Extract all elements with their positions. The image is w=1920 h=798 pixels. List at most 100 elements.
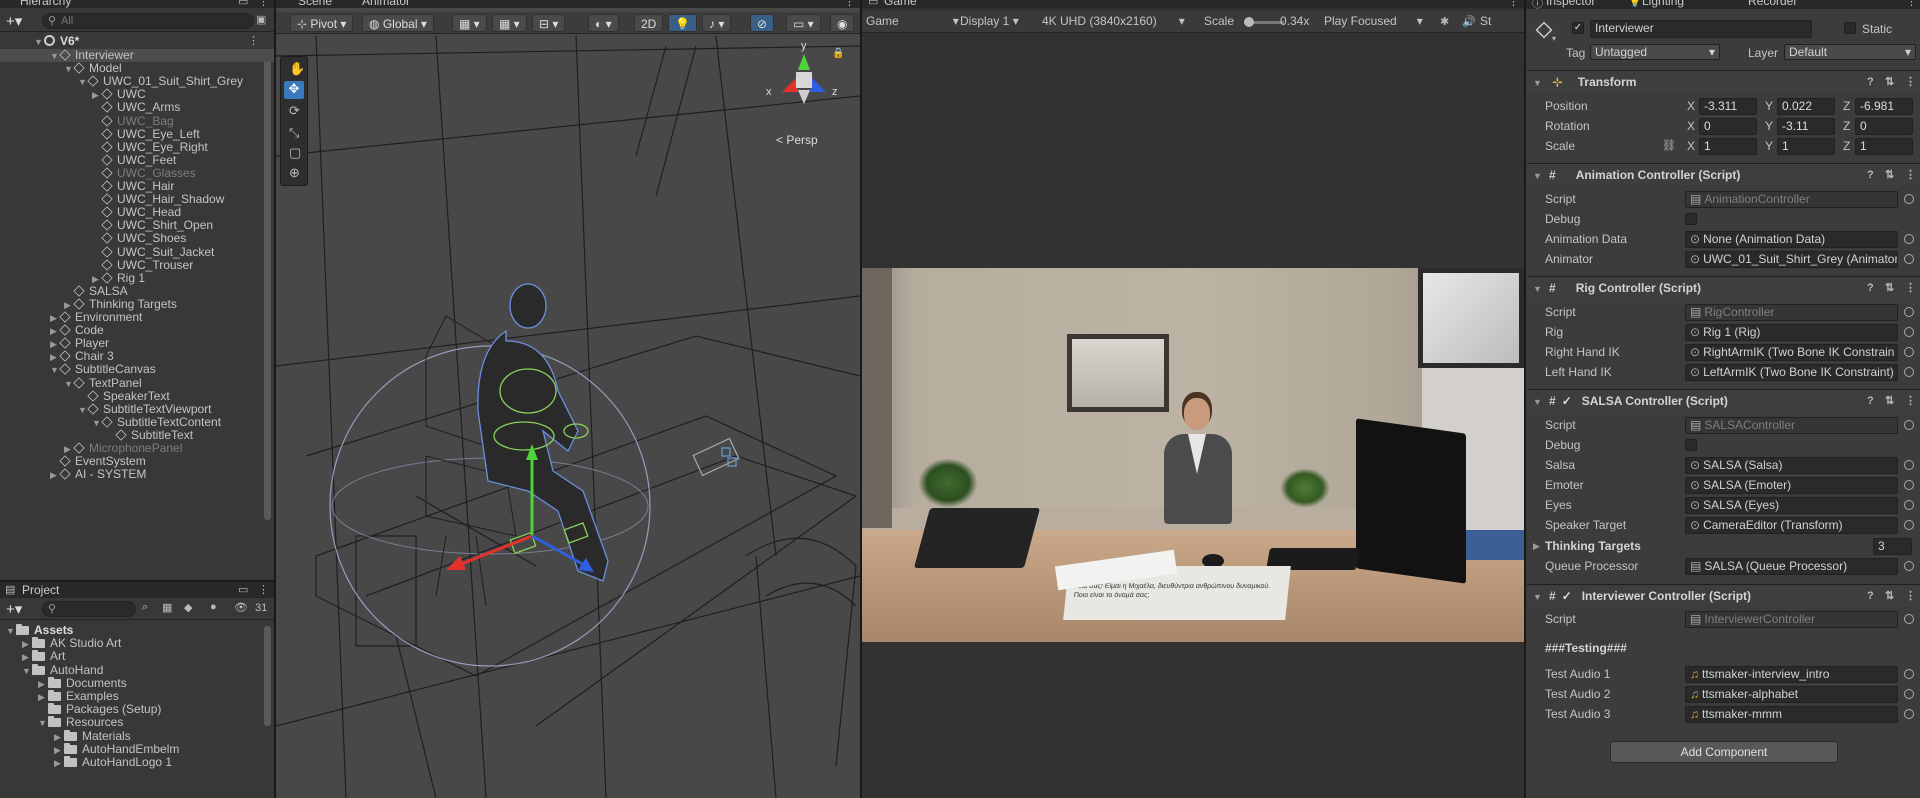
project-item[interactable]: ▼ Resources (0, 716, 274, 729)
game-render[interactable]: Μιχαέλα Γεια σας! Είμαι η Μιχαέλα, διευθ… (862, 268, 1524, 642)
add-component-button[interactable]: Add Component (1610, 741, 1838, 763)
global-dropdown[interactable]: ◍ Global ▾ (362, 14, 434, 32)
mute-audio-icon[interactable]: 🔊 (1462, 15, 1476, 28)
hierarchy-tab[interactable]: Hierarchy (20, 0, 71, 8)
hierarchy-item[interactable]: UWC_Suit_Jacket (0, 245, 274, 259)
project-item[interactable]: ▶ Examples (0, 690, 274, 703)
object-name-field[interactable]: Interviewer (1590, 20, 1812, 38)
hierarchy-item[interactable]: ▶ Rig 1 (0, 271, 274, 285)
object-picker-icon[interactable] (1904, 500, 1914, 510)
interviewer_controller-header[interactable]: ▼ # ✓ Interviewer Controller (Script)? ⇅ ⋮ (1527, 584, 1920, 606)
caret-right-icon[interactable]: ▶ (50, 351, 60, 364)
hierarchy-item[interactable]: UWC_Shoes (0, 232, 274, 245)
caret-down-icon[interactable]: ▼ (1533, 391, 1543, 413)
property-field[interactable]: ⊙ CameraEditor (Transform) (1685, 517, 1898, 534)
tab-scene[interactable]: Scene (298, 0, 332, 8)
display-dropdown[interactable]: Display 1 ▾ (960, 14, 1019, 28)
component-menu-icon[interactable]: ⋮ (1905, 71, 1916, 93)
hierarchy-item[interactable]: ▶ Environment (0, 311, 274, 324)
object-picker-icon[interactable] (1904, 234, 1914, 244)
rect-tool-icon[interactable]: ▢ (289, 145, 301, 161)
caret-right-icon[interactable]: ▶ (50, 312, 60, 325)
grid-snap-button[interactable]: ▦ ▾ (452, 14, 487, 32)
object-picker-icon[interactable] (1904, 520, 1914, 530)
persp-label[interactable]: < Persp (776, 133, 818, 147)
caret-down-icon[interactable]: ▼ (38, 717, 48, 730)
hierarchy-item[interactable]: UWC_Feet (0, 153, 274, 167)
caret-right-icon[interactable]: ▶ (54, 744, 64, 757)
test-audio-field[interactable]: ♫ ttsmaker-mmm (1685, 706, 1898, 723)
snap-increment-button[interactable]: ▦ ▾ (492, 14, 527, 32)
tag-dropdown[interactable]: Untagged ▾ (1590, 44, 1720, 60)
hierarchy-item[interactable]: ▼ Interviewer (0, 49, 274, 62)
hierarchy-item[interactable]: ▶ Player (0, 337, 274, 350)
help-icon[interactable]: ? (1867, 277, 1874, 299)
play-mode-dropdown[interactable]: Play Focused ▾ (1324, 14, 1423, 28)
component-menu-icon[interactable]: ⋮ (1905, 585, 1916, 607)
project-item[interactable]: ▶ Documents (0, 676, 274, 691)
caret-down-icon[interactable]: ▼ (78, 404, 88, 417)
test-audio-field[interactable]: ♫ ttsmaker-interview_intro (1685, 666, 1898, 683)
scene-viewport[interactable] (276, 36, 860, 798)
kebab-menu-icon[interactable]: ⋮ (258, 583, 269, 596)
queue-processor-field[interactable]: ▤ SALSA (Queue Processor) (1685, 558, 1898, 575)
hierarchy-item[interactable]: SubtitleText (0, 428, 274, 442)
dropdown-arrow-icon[interactable]: ▾ (1552, 34, 1556, 43)
draw-mode-button[interactable]: ◐ ▾ (588, 14, 619, 32)
object-picker-icon[interactable] (1904, 669, 1914, 679)
thinking-targets-row[interactable]: ▶ Thinking Targets 3 (1527, 536, 1920, 556)
filter-icon[interactable]: ▦ (162, 601, 172, 614)
tab-lighting[interactable]: Lighting (1642, 0, 1684, 8)
object-picker-icon[interactable] (1904, 254, 1914, 264)
preset-icon[interactable]: ⇅ (1885, 585, 1894, 607)
object-picker-icon[interactable] (1904, 347, 1914, 357)
align-button[interactable]: ⊟ ▾ (532, 14, 566, 32)
hierarchy-item[interactable]: ▼ SubtitleTextViewport (0, 402, 274, 417)
hierarchy-item[interactable]: UWC_Bag (0, 114, 274, 128)
preset-icon[interactable]: ⇅ (1885, 277, 1894, 299)
preset-icon[interactable]: ⇅ (1885, 71, 1894, 93)
caret-down-icon[interactable]: ▼ (1533, 165, 1543, 187)
caret-right-icon[interactable]: ▶ (1533, 536, 1543, 556)
hierarchy-item[interactable]: ▶ UWC (0, 88, 274, 101)
caret-right-icon[interactable]: ▶ (38, 678, 48, 691)
camera-button[interactable]: ▭ ▾ (786, 14, 821, 32)
hierarchy-item[interactable]: ▶ AI - SYSTEM (0, 468, 274, 481)
orientation-gizmo[interactable]: y x z 🔒 (766, 40, 844, 118)
caret-right-icon[interactable]: ▶ (64, 299, 74, 312)
help-icon[interactable]: ? (1867, 390, 1874, 412)
component-menu-icon[interactable]: ⋮ (1905, 164, 1916, 186)
project-item[interactable]: Packages (Setup) (0, 703, 274, 716)
object-picker-icon[interactable] (1904, 307, 1914, 317)
enabled-checkbox[interactable]: ✓ (1562, 390, 1574, 412)
caret-right-icon[interactable]: ▶ (22, 651, 32, 664)
mode-2d-button[interactable]: 2D (634, 14, 664, 32)
scale-tool-icon[interactable]: ⤡ (289, 125, 299, 141)
component-menu-icon[interactable]: ⋮ (1905, 390, 1916, 412)
caret-down-icon[interactable]: ▼ (1533, 278, 1543, 300)
static-checkbox[interactable] (1844, 22, 1856, 34)
object-picker-icon[interactable] (1904, 194, 1914, 204)
constrain-proportions-icon[interactable]: ⛓ (1662, 136, 1676, 156)
rotate-tool-icon[interactable]: ⟳ (289, 103, 300, 119)
help-icon[interactable]: ? (1867, 585, 1874, 607)
caret-right-icon[interactable]: ▶ (92, 89, 102, 102)
caret-down-icon[interactable]: ▼ (64, 378, 74, 391)
transform-rotation-x-field[interactable]: 0 (1699, 118, 1757, 135)
caret-down-icon[interactable]: ▼ (50, 50, 60, 63)
stats-button[interactable]: St (1480, 14, 1491, 28)
audio-toggle[interactable]: ♪ ▾ (702, 14, 732, 32)
caret-down-icon[interactable]: ▼ (92, 417, 102, 430)
hierarchy-item[interactable]: ▼ Model (0, 62, 274, 75)
object-picker-icon[interactable] (1904, 480, 1914, 490)
transform-scale-y-field[interactable]: 1 (1777, 138, 1835, 155)
object-picker-icon[interactable] (1904, 689, 1914, 699)
test-audio-field[interactable]: ♫ ttsmaker-alphabet (1685, 686, 1898, 703)
caret-down-icon[interactable]: ▼ (50, 364, 60, 377)
thinking-count-field[interactable]: 3 (1873, 538, 1912, 555)
kebab-menu-icon[interactable]: ⋮ (1508, 0, 1519, 8)
hierarchy-item[interactable]: ▶ MicrophonePanel (0, 442, 274, 455)
property-field[interactable]: ⊙ SALSA (Eyes) (1685, 497, 1898, 514)
project-item[interactable]: ▶ AutoHandEmbelm (0, 742, 274, 757)
hierarchy-item[interactable]: SALSA (0, 284, 274, 298)
